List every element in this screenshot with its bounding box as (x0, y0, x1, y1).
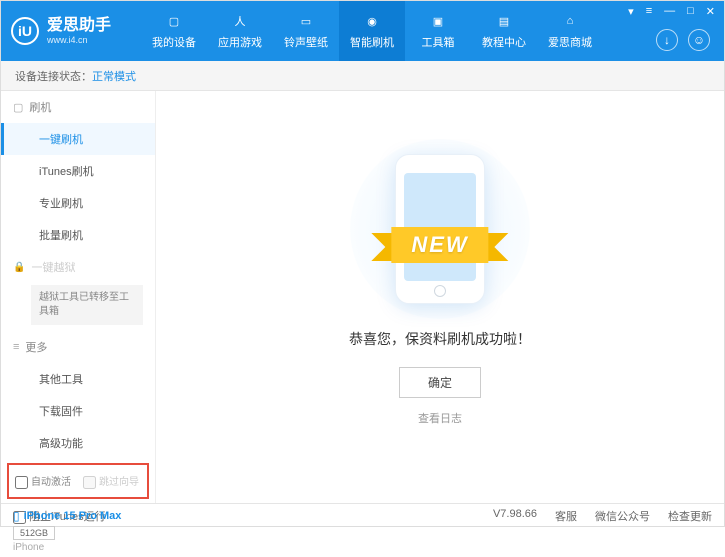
view-log-link[interactable]: 查看日志 (418, 410, 462, 426)
app-header: iU 爱思助手 www.i4.cn ▢我的设备 人应用游戏 ▭铃声壁纸 ◉智能刷… (1, 1, 724, 61)
device-phone-icon: ▯ (13, 509, 20, 523)
status-mode: 正常模式 (92, 68, 136, 84)
device-info[interactable]: ▯ iPhone 15 Pro Max 512GB iPhone (1, 503, 155, 557)
main-content: NEW 恭喜您，保资料刷机成功啦！ 确定 查看日志 (156, 91, 724, 503)
checkbox-skip-guide[interactable]: 跳过向导 (83, 473, 139, 489)
minimize-icon[interactable]: — (661, 5, 678, 18)
more-icon: ≡ (13, 341, 19, 353)
sidebar-item-advanced[interactable]: 高级功能 (1, 427, 155, 459)
nav-toolbox[interactable]: ▣工具箱 (405, 1, 471, 61)
top-nav: ▢我的设备 人应用游戏 ▭铃声壁纸 ◉智能刷机 ▣工具箱 ▤教程中心 ⌂爱思商城 (141, 1, 603, 61)
device-type: iPhone (13, 542, 143, 553)
nav-ringtone-wallpaper[interactable]: ▭铃声壁纸 (273, 1, 339, 61)
version-label: V7.98.66 (493, 508, 537, 524)
store-icon: ⌂ (561, 12, 579, 30)
user-button[interactable]: ☺ (688, 29, 710, 51)
book-icon: ▤ (495, 12, 513, 30)
footer-link-wechat[interactable]: 微信公众号 (595, 508, 650, 524)
app-url: www.i4.cn (47, 35, 111, 46)
sidebar-item-pro-flash[interactable]: 专业刷机 (1, 187, 155, 219)
window-controls: ▾ ≡ — □ ✕ (625, 5, 718, 18)
ok-button[interactable]: 确定 (399, 367, 481, 398)
lock-icon: 🔒 (13, 262, 25, 273)
nav-apps-games[interactable]: 人应用游戏 (207, 1, 273, 61)
menu-icon[interactable]: ▾ (625, 5, 637, 18)
device-storage: 512GB (13, 526, 55, 540)
download-button[interactable]: ↓ (656, 29, 678, 51)
settings-icon[interactable]: ≡ (643, 5, 655, 18)
status-bar: 设备连接状态： 正常模式 (1, 61, 724, 91)
success-message: 恭喜您，保资料刷机成功啦！ (349, 329, 531, 349)
logo-area: iU 爱思助手 www.i4.cn (11, 16, 141, 46)
phone-icon: ▢ (165, 12, 183, 30)
sidebar-item-itunes-flash[interactable]: iTunes刷机 (1, 155, 155, 187)
footer-link-update[interactable]: 检查更新 (668, 508, 712, 524)
logo-icon: iU (11, 17, 39, 45)
success-illustration: NEW (350, 149, 530, 309)
close-icon[interactable]: ✕ (703, 5, 718, 18)
sidebar-item-other-tools[interactable]: 其他工具 (1, 363, 155, 395)
status-label: 设备连接状态： (15, 68, 92, 84)
sidebar-jailbreak-note[interactable]: 越狱工具已转移至工具箱 (31, 285, 143, 325)
sidebar-section-more[interactable]: ≡更多 (1, 331, 155, 363)
sidebar: ▢刷机 一键刷机 iTunes刷机 专业刷机 批量刷机 🔒一键越狱 越狱工具已转… (1, 91, 156, 503)
app-title: 爱思助手 (47, 16, 111, 35)
nav-tutorials[interactable]: ▤教程中心 (471, 1, 537, 61)
activation-options-highlighted: 自动激活 跳过向导 (7, 463, 149, 499)
sidebar-item-onekey-flash[interactable]: 一键刷机 (1, 123, 155, 155)
list-icon: ▢ (13, 101, 23, 114)
toolbox-icon: ▣ (429, 12, 447, 30)
nav-store[interactable]: ⌂爱思商城 (537, 1, 603, 61)
sidebar-item-batch-flash[interactable]: 批量刷机 (1, 219, 155, 251)
maximize-icon[interactable]: □ (684, 5, 697, 18)
sidebar-section-flash[interactable]: ▢刷机 (1, 91, 155, 123)
device-name: iPhone 15 Pro Max (24, 510, 122, 522)
apps-icon: 人 (231, 12, 249, 30)
nav-smart-flash[interactable]: ◉智能刷机 (339, 1, 405, 61)
checkbox-auto-activate[interactable]: 自动激活 (15, 473, 71, 489)
flash-icon: ◉ (363, 12, 381, 30)
sidebar-section-jailbreak: 🔒一键越狱 (1, 251, 155, 283)
footer-link-support[interactable]: 客服 (555, 508, 577, 524)
image-icon: ▭ (297, 12, 315, 30)
sidebar-item-download-firmware[interactable]: 下载固件 (1, 395, 155, 427)
nav-my-device[interactable]: ▢我的设备 (141, 1, 207, 61)
new-ribbon: NEW (391, 227, 488, 263)
